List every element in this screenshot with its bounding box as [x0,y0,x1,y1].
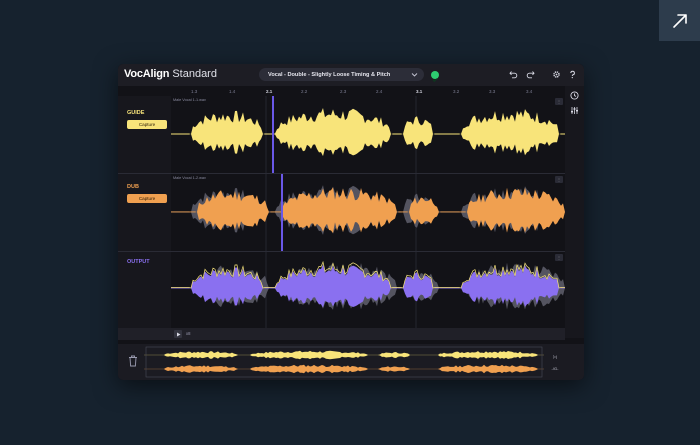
preset-label: Vocal - Double - Slightly Loose Timing &… [268,71,391,78]
ruler-mark: 1.3 [191,89,198,94]
expand-button[interactable] [659,0,700,41]
output-lane-menu-button[interactable]: ⋮ [555,254,563,261]
settings-button[interactable] [551,69,562,80]
dub-waveform [171,185,565,235]
header-bar: VocAlign Standard Vocal - Double - Sligh… [118,64,584,86]
ruler-mark: 3.1 [416,89,423,94]
timeline-ruler[interactable]: 1.3 1.4 2.1 2.2 2.3 2.4 3.1 3.2 3.3 3.4 [171,88,565,96]
redo-button[interactable] [525,69,536,80]
external-link-arrow-icon [672,13,687,28]
dub-lane[interactable]: Male Vocal 1-2.wav ⋮ [171,174,565,251]
history-button[interactable] [569,90,580,101]
sliders-icon [571,107,578,114]
trash-icon[interactable] [128,355,138,367]
question-icon [570,70,575,79]
guide-lane-menu-button[interactable]: ⋮ [555,98,563,105]
ruler-mark: 2.2 [301,89,308,94]
overview-panel: ▷| -/G- [118,344,584,380]
ruler-mark: 2.1 [266,89,273,94]
lane-divider [118,173,566,174]
track-labels-panel: GUIDE Capture DUB Capture OUTPUT [118,96,171,328]
overview-waveforms[interactable] [144,344,544,380]
ruler-mark: 2.3 [340,89,347,94]
ruler-mark: 2.4 [376,89,383,94]
check-circle-icon [431,71,439,83]
dub-playhead[interactable] [281,174,283,251]
clock-icon [570,91,579,100]
app-title: VocAlign Standard [124,68,217,80]
help-button[interactable] [567,69,578,80]
guide-capture-button[interactable]: Capture [127,120,167,129]
ruler-mark: 3.4 [526,89,533,94]
redo-icon [526,71,535,79]
brand-name: VocAlign [124,68,170,80]
right-sidebar [565,86,584,338]
vocalign-window: VocAlign Standard Vocal - Double - Sligh… [118,64,584,380]
play-button[interactable] [174,330,182,338]
gear-icon [553,71,560,78]
output-track-label: OUTPUT [127,259,150,265]
dub-capture-button[interactable]: Capture [127,194,167,203]
output-lane[interactable]: ⋮ [171,252,565,328]
position-readout: x8 [186,331,191,336]
lane-divider [118,251,566,252]
output-waveform [171,260,565,310]
transport-bar: x8 [118,328,565,340]
guide-lane[interactable]: Male Vocal 1-1.wav ⋮ [171,96,565,173]
undo-button[interactable] [508,69,519,80]
dub-track-label: DUB [127,184,139,190]
guide-track-label: GUIDE [127,110,145,116]
play-icon [176,332,180,336]
dub-lane-menu-button[interactable]: ⋮ [555,176,563,183]
ruler-mark: 3.2 [453,89,460,94]
overview-top-button[interactable]: ▷| [549,351,561,361]
chevron-down-icon [411,73,418,77]
track-lanes: Male Vocal 1-1.wav ⋮ Male Vocal 1-2.wav … [171,96,565,328]
overview-bottom-button[interactable]: -/G- [549,363,561,373]
mixer-button[interactable] [569,105,580,116]
guide-waveform [171,108,565,157]
guide-playhead[interactable] [272,96,274,173]
preset-dropdown[interactable]: Vocal - Double - Slightly Loose Timing &… [259,68,424,81]
ruler-mark: 1.4 [229,89,236,94]
undo-icon [509,71,518,79]
brand-edition: Standard [169,68,217,80]
ruler-mark: 3.3 [489,89,496,94]
